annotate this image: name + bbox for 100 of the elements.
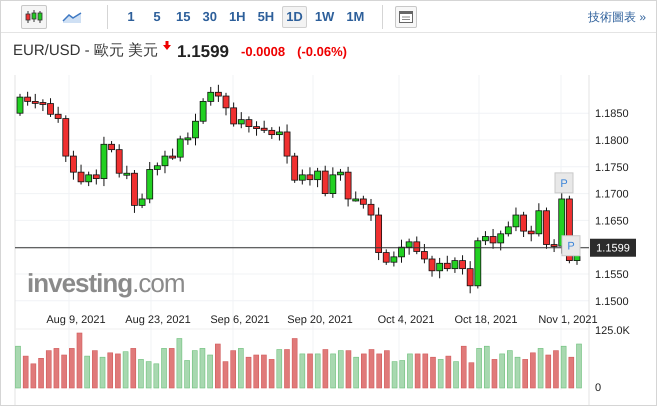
volume-bar — [222, 361, 228, 388]
volume-bar — [499, 354, 505, 388]
volume-bar — [530, 352, 536, 388]
date-axis-label: Aug 23, 2021 — [125, 314, 191, 326]
price-axis-label: 1.1550 — [595, 269, 629, 281]
volume-bar — [192, 350, 198, 388]
volume-bar — [154, 364, 160, 388]
volume-bar — [246, 356, 252, 388]
candlestick-chart-button[interactable] — [21, 4, 47, 28]
volume-bar — [514, 356, 520, 388]
volume-bar — [484, 346, 490, 388]
volume-bar — [161, 348, 167, 388]
volume-bar — [30, 364, 36, 388]
interval-tab[interactable]: 15 — [172, 6, 194, 28]
volume-bar — [54, 348, 60, 388]
instrument-name: EUR/USD - 歐元 美元 — [13, 41, 158, 62]
volume-bar — [538, 348, 544, 388]
volume-bar — [307, 354, 313, 388]
volume-bar — [384, 350, 390, 388]
volume-bar — [100, 356, 106, 388]
interval-tab[interactable]: 5 — [146, 6, 168, 28]
volume-bar — [107, 352, 114, 388]
interval-tab[interactable]: 1D — [282, 6, 307, 28]
volume-bar — [15, 346, 21, 388]
volume-bar — [130, 348, 136, 388]
volume-bar — [346, 350, 352, 388]
percent-change: (-0.06%) — [297, 42, 347, 61]
volume-bar — [468, 362, 474, 388]
volume-bar — [168, 348, 174, 388]
volume-bar — [76, 332, 82, 388]
volume-bar — [330, 354, 336, 388]
volume-bar — [276, 349, 282, 388]
interval-tab[interactable]: 1H — [224, 6, 250, 28]
volume-bar — [268, 359, 274, 388]
volume-bar — [261, 354, 267, 388]
volume-bar — [430, 356, 436, 388]
volume-bar — [300, 354, 306, 388]
current-price-tag — [590, 238, 636, 257]
interval-tab[interactable]: 30 — [198, 6, 221, 28]
volume-bar — [215, 344, 221, 388]
volume-bar — [407, 354, 413, 388]
volume-bar — [314, 354, 320, 388]
technical-chart-link[interactable]: 技術圖表 » — [588, 8, 646, 26]
volume-axis-label: 125.0K — [595, 325, 630, 337]
current-price-label: 1.1599 — [596, 242, 630, 255]
volume-bar — [138, 359, 144, 388]
volume-bar — [338, 350, 344, 388]
interval-tab[interactable]: 5H — [254, 6, 278, 28]
volume-bar — [422, 354, 428, 388]
date-axis-label: Sep 6, 2021 — [210, 314, 270, 326]
price-axis-label: 1.1850 — [595, 108, 629, 120]
event-marker: P — [554, 172, 574, 194]
interval-tab[interactable]: 1M — [342, 6, 368, 28]
volume-bar — [292, 338, 298, 388]
volume-bar — [146, 361, 152, 388]
price-axis-label: 1.1500 — [595, 296, 629, 308]
volume-bar — [207, 354, 213, 388]
price-axis-label: 1.1700 — [595, 188, 629, 201]
price: 1.1599 — [177, 40, 230, 63]
volume-bar — [414, 354, 420, 388]
price-change: -0.0008 — [241, 42, 286, 61]
layout-button[interactable] — [395, 6, 418, 28]
investing-logo: investing.com — [27, 268, 184, 298]
volume-bar — [115, 354, 121, 388]
volume-bar — [376, 354, 382, 388]
volume-bar — [353, 356, 359, 388]
volume-bar — [253, 354, 260, 388]
price-axis-label: 1.1650 — [595, 215, 629, 228]
event-marker: P — [562, 235, 580, 256]
date-axis-label: Oct 18, 2021 — [454, 314, 518, 326]
volume-bar — [184, 360, 190, 388]
volume-bar — [560, 346, 566, 388]
date-axis-label: Aug 9, 2021 — [46, 314, 106, 326]
date-axis-label: Oct 4, 2021 — [378, 314, 434, 326]
arrow-icon — [163, 41, 172, 50]
interval-tab[interactable]: 1W — [310, 6, 338, 28]
volume-bar — [46, 350, 52, 388]
volume-bar — [230, 350, 236, 388]
volume-bar — [460, 346, 467, 388]
interval-tab[interactable]: 1 — [120, 6, 142, 28]
line-chart-icon — [62, 10, 82, 24]
volume-bar — [492, 359, 498, 388]
volume-bar — [476, 348, 482, 388]
volume-bar — [438, 359, 444, 388]
volume-axis-label: 0 — [595, 382, 602, 394]
volume-bar — [507, 350, 513, 388]
candlestick-icon — [25, 10, 43, 24]
volume-bar — [453, 361, 459, 388]
volume-bar — [545, 354, 552, 388]
date-axis-label: Nov 1, 2021 — [538, 314, 598, 326]
price-axis-label: 1.1800 — [595, 135, 629, 147]
volume-bar — [576, 344, 582, 388]
volume-bar — [399, 360, 406, 388]
volume-bar — [553, 350, 559, 388]
volume-bar — [92, 350, 98, 388]
volume-bar — [22, 356, 28, 388]
volume-bar — [392, 361, 398, 388]
volume-bar — [446, 356, 452, 388]
volume-bar — [568, 356, 574, 388]
volume-bar — [38, 358, 44, 388]
